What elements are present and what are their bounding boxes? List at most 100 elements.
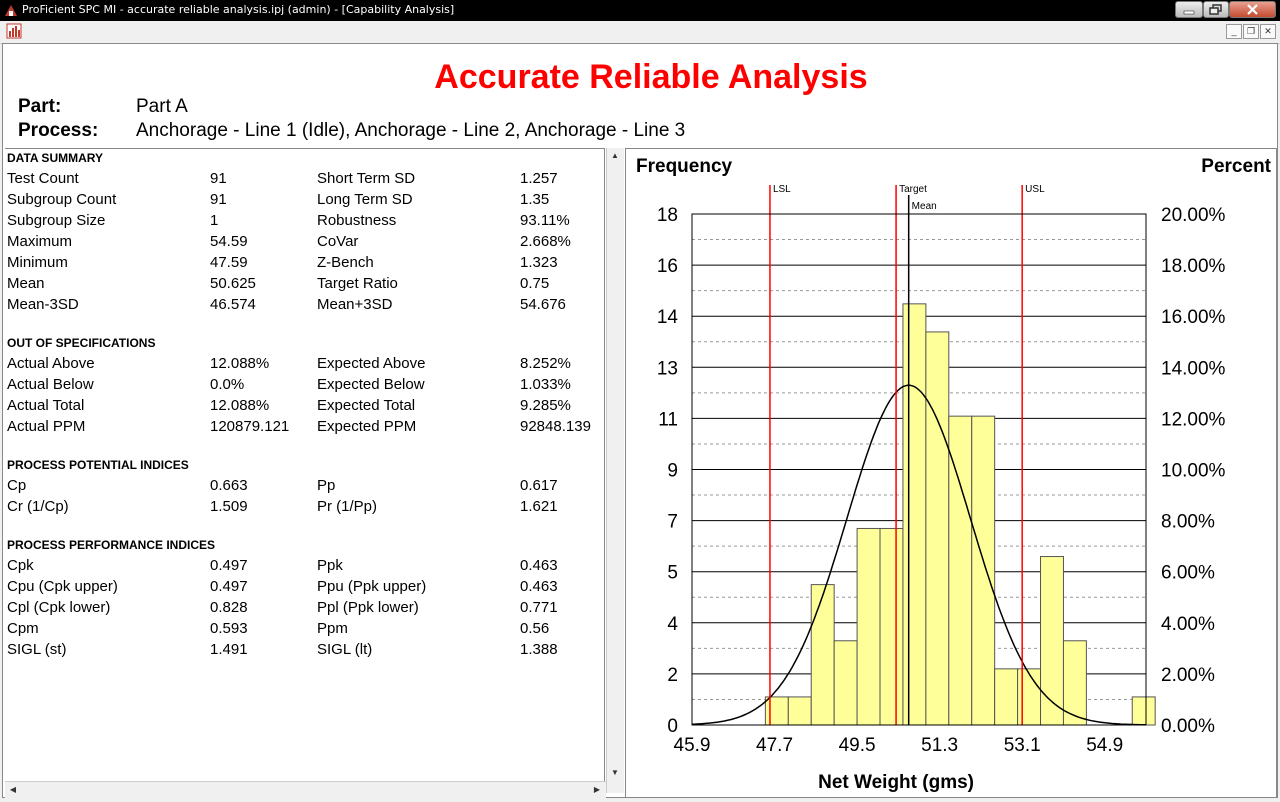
- section-heading: DATA SUMMARY: [7, 151, 103, 165]
- y2-axis-title: Percent: [1201, 156, 1271, 177]
- summary-label: Cpl (Cpk lower): [7, 599, 111, 616]
- summary-label-2: Robustness: [317, 212, 397, 229]
- scroll-down-icon[interactable]: ▼: [607, 765, 623, 781]
- x-tick-label: 47.7: [756, 735, 793, 756]
- histogram-bar: [787, 696, 812, 726]
- summary-label-2: Long Term SD: [317, 191, 413, 208]
- summary-value-2: 92848.139: [520, 418, 591, 435]
- part-value: Part A: [136, 96, 188, 117]
- app-icon: [5, 5, 17, 16]
- summary-value: 0.497: [210, 557, 248, 574]
- summary-value-2: 93.11%: [520, 212, 570, 229]
- summary-value-2: 1.323: [520, 254, 558, 271]
- summary-value: 1.509: [210, 498, 248, 515]
- histogram-bar: [856, 527, 881, 726]
- x-axis-title: Net Weight (gms): [818, 772, 974, 793]
- child-restore-button[interactable]: ❐: [1243, 24, 1259, 39]
- summary-label: Maximum: [7, 233, 73, 250]
- child-close-button[interactable]: ✕: [1260, 24, 1276, 39]
- summary-label: Cp: [7, 477, 27, 494]
- restore-icon: ❐: [1246, 26, 1256, 36]
- y-tick-label: 0: [667, 716, 678, 737]
- summary-label-2: Expected PPM: [317, 418, 417, 435]
- summary-value: 0.593: [210, 620, 248, 637]
- spec-line-label: LSL: [773, 184, 791, 195]
- summary-value-2: 54.676: [520, 296, 566, 313]
- summary-label-2: Expected Total: [317, 397, 416, 414]
- y2-tick-label: 6.00%: [1161, 563, 1215, 584]
- summary-value-2: 0.463: [520, 578, 558, 595]
- summary-value: 54.59: [210, 233, 248, 250]
- minimize-button[interactable]: [1175, 1, 1203, 18]
- summary-label-2: Expected Above: [317, 355, 426, 372]
- x-tick-label: 53.1: [1004, 735, 1041, 756]
- process-value: Anchorage - Line 1 (Idle), Anchorage - L…: [136, 120, 686, 141]
- y-tick-label: 18: [657, 205, 678, 226]
- report-title: Accurate Reliable Analysis: [434, 58, 868, 96]
- y2-tick-label: 8.00%: [1161, 512, 1215, 533]
- section-heading: PROCESS POTENTIAL INDICES: [7, 458, 189, 472]
- summary-value: 0.828: [210, 599, 248, 616]
- histogram-bar: [971, 415, 996, 726]
- vertical-scrollbar[interactable]: ▲ ▼: [606, 148, 624, 793]
- y-axis-title: Frequency: [636, 156, 733, 177]
- x-tick-label: 45.9: [674, 735, 711, 756]
- x-tick-label: 54.9: [1086, 735, 1123, 756]
- histogram-bar: [810, 584, 835, 726]
- summary-value: 120879.121: [210, 418, 290, 435]
- histogram-bar: [994, 668, 1019, 726]
- histogram-bar: [1040, 556, 1064, 726]
- summary-label-2: Target Ratio: [317, 275, 398, 292]
- scroll-right-icon[interactable]: ▶: [589, 782, 605, 798]
- summary-label: Mean: [7, 275, 45, 292]
- y-tick-label: 7: [667, 512, 678, 533]
- y2-tick-label: 4.00%: [1161, 614, 1215, 635]
- summary-label: Test Count: [7, 170, 79, 187]
- data-summary-panel: DATA SUMMARY Test Count 91 Short Term SD 1.2…: [5, 148, 605, 781]
- y-tick-label: 11: [658, 409, 678, 430]
- scroll-up-icon[interactable]: ▲: [607, 148, 623, 164]
- y-tick-label: 13: [657, 358, 678, 379]
- close-button[interactable]: [1229, 1, 1276, 18]
- summary-value-2: 0.771: [520, 599, 558, 616]
- summary-value: 12.088%: [210, 355, 270, 372]
- mdi-menu-bar: _ ❐ ✕: [0, 21, 1280, 44]
- summary-label-2: Ppk: [317, 557, 343, 574]
- title-bar: ProFicient SPC MI - accurate reliable an…: [0, 0, 1280, 21]
- report-window: Accurate Reliable Analysis Part: Part A …: [2, 43, 1278, 799]
- spec-line-label: Target: [899, 184, 927, 195]
- summary-label: Subgroup Size: [7, 212, 106, 229]
- summary-label-2: Expected Below: [317, 376, 425, 393]
- summary-label: Actual Below: [7, 376, 94, 393]
- histogram-bar: [879, 527, 904, 726]
- restore-icon: [1209, 4, 1222, 15]
- summary-value-2: 0.56: [520, 620, 550, 637]
- close-icon: [1247, 4, 1258, 15]
- y-tick-label: 16: [657, 256, 678, 277]
- horizontal-scrollbar[interactable]: ◀ ▶: [5, 781, 606, 799]
- document-icon[interactable]: [6, 23, 22, 39]
- histogram-bar: [1017, 668, 1042, 726]
- y2-tick-label: 20.00%: [1161, 205, 1226, 226]
- summary-label-2: Ppu (Ppk upper): [317, 578, 427, 595]
- summary-value: 1: [210, 212, 219, 229]
- histogram-bar: [948, 415, 973, 726]
- maximize-button[interactable]: [1203, 1, 1229, 18]
- summary-value-2: 1.621: [520, 498, 558, 515]
- summary-value: 46.574: [210, 296, 256, 313]
- summary-label-2: Short Term SD: [317, 170, 416, 187]
- y2-tick-label: 2.00%: [1161, 665, 1215, 686]
- summary-value: 12.088%: [210, 397, 270, 414]
- scroll-left-icon[interactable]: ◀: [5, 782, 21, 798]
- summary-value-2: 0.617: [520, 477, 558, 494]
- child-minimize-button[interactable]: _: [1226, 24, 1242, 39]
- minimize-icon: [1183, 10, 1195, 15]
- capability-histogram: LSL Target USL Mean 0 2 4 5 7 9 11 13 14 16 18 0.00% 2.0…: [636, 156, 1272, 793]
- summary-value-2: 0.75: [520, 275, 550, 292]
- y2-tick-label: 10.00%: [1161, 461, 1226, 482]
- close-icon: ✕: [1264, 26, 1272, 36]
- window-title: ProFicient SPC MI - accurate reliable an…: [22, 3, 455, 16]
- summary-label: Actual Above: [7, 355, 95, 372]
- histogram-bar: [1131, 696, 1156, 726]
- summary-label-2: Ppm: [317, 620, 348, 637]
